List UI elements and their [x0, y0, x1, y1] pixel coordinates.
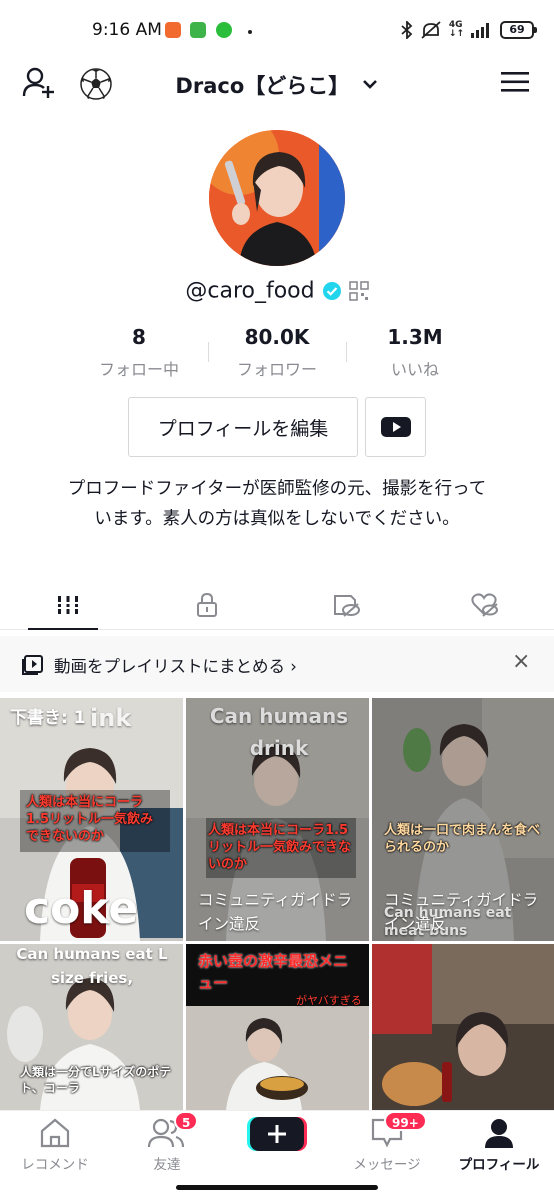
- chevron-down-icon: [362, 80, 377, 89]
- video-overlay-title: 赤い壺の激辛最恐メニュー: [198, 952, 349, 992]
- nav-home-label: レコメンド: [21, 1157, 89, 1173]
- followers-label: フォロワー: [236, 360, 317, 379]
- draft-label: 下書き: 1: [10, 708, 86, 728]
- qr-code-icon[interactable]: [348, 281, 369, 301]
- friends-badge: 5: [174, 1111, 199, 1131]
- avatar[interactable]: [209, 130, 345, 266]
- profile-icon: [485, 1119, 513, 1148]
- likes-label: いいね: [390, 360, 439, 379]
- menu-button[interactable]: [500, 70, 530, 98]
- nav-home[interactable]: レコメンド: [0, 1111, 110, 1191]
- battery-icon: 69: [500, 21, 537, 39]
- signal-icon: [471, 23, 489, 38]
- youtube-icon: [380, 417, 411, 437]
- lock-icon: [197, 592, 217, 617]
- nav-inbox[interactable]: 99+ メッセージ: [332, 1111, 442, 1191]
- home-indicator: [176, 1185, 378, 1190]
- chevron-right-icon: ›: [290, 657, 297, 676]
- content-tabs: [0, 580, 554, 630]
- tab-private[interactable]: [162, 580, 252, 630]
- video-thumbnail: [372, 944, 554, 1110]
- following-label: フォロー中: [98, 360, 179, 379]
- nav-friends-label: 友達: [153, 1157, 181, 1173]
- video-overlay-title: ink: [90, 704, 132, 732]
- video-tile[interactable]: 下書き: 1 ink 人類は本当にコーラ1.5リットル一気飲みできないのか co…: [0, 698, 183, 941]
- likes-stat[interactable]: 1.3M いいね: [346, 322, 484, 380]
- video-overlay-title: Can humans eat L size fries,: [16, 945, 168, 987]
- video-tile[interactable]: Can humans eat L size fries, 人類は一分でLサイズの…: [0, 944, 183, 1110]
- status-right: 4G ↓↑ 69: [401, 20, 537, 40]
- youtube-button[interactable]: [365, 397, 426, 457]
- edit-profile-button[interactable]: プロフィールを編集: [128, 397, 358, 457]
- video-caption: 人類は本当にコーラ1.5リットル一気飲みできないのか: [26, 795, 154, 844]
- following-stat[interactable]: 8 フォロー中: [70, 322, 208, 380]
- network-indicator: 4G ↓↑: [448, 20, 464, 39]
- profile-bio: プロフードファイターが医師監修の元、撮影を行っています。素人の方は真似をしないで…: [67, 479, 487, 529]
- followers-stat[interactable]: 80.0K フォロワー: [208, 322, 346, 380]
- status-bar: 9:16 AM 4G ↓↑ 69: [0, 0, 554, 60]
- tab-hidden[interactable]: [301, 580, 391, 630]
- playlist-text: 動画をプレイリストにまとめる: [54, 657, 285, 676]
- guideline-warning: コミュニティガイドライン違反: [384, 891, 539, 933]
- network-label: 4G: [448, 20, 463, 30]
- page-title: Draco【どらこ】: [175, 74, 350, 98]
- home-icon: [40, 1118, 70, 1148]
- more-notifications-dot: [248, 30, 252, 34]
- video-sub-caption: がヤバすぎる: [296, 994, 362, 1007]
- notification-app-icon: [165, 22, 181, 38]
- hamburger-menu-icon: [501, 72, 529, 92]
- profile-stats: 8 フォロー中 80.0K フォロワー 1.3M いいね: [0, 322, 554, 380]
- line-app-icon: [216, 22, 232, 38]
- following-count: 8: [132, 325, 146, 349]
- playlist-icon: [22, 655, 43, 675]
- video-caption: 人類は一口で肉まんを食べられるのか: [384, 823, 541, 855]
- hidden-heart-icon: [471, 593, 498, 617]
- avatar-photo: [209, 130, 345, 266]
- nav-create[interactable]: [222, 1111, 332, 1191]
- guideline-warning: コミュニティガイドライン違反: [198, 891, 353, 933]
- mute-icon: [421, 21, 441, 39]
- status-time: 9:16 AM: [92, 20, 162, 40]
- video-tile[interactable]: 人類は一口で肉まんを食べられるのか Can humans eat meat bu…: [372, 698, 554, 941]
- username: @caro_food: [185, 278, 315, 304]
- username-row: @caro_food: [0, 278, 554, 304]
- download-icon: [190, 22, 206, 38]
- nav-profile[interactable]: プロフィール: [444, 1111, 554, 1191]
- video-tile[interactable]: [372, 944, 554, 1110]
- nav-inbox-label: メッセージ: [353, 1157, 421, 1173]
- likes-count: 1.3M: [387, 325, 443, 349]
- video-overlay-title: Can humans drink: [209, 704, 349, 760]
- profile-header: Draco【どらこ】: [0, 60, 554, 106]
- playlist-banner-text: 動画をプレイリストにまとめる ›: [54, 653, 297, 677]
- bottom-navigation: レコメンド 5 友達 99+ メッセージ プロフィール: [0, 1110, 554, 1200]
- account-switcher[interactable]: Draco【どらこ】: [0, 70, 554, 100]
- video-big-text: coke: [24, 883, 139, 934]
- bluetooth-icon: [401, 21, 413, 39]
- close-icon[interactable]: ×: [512, 649, 530, 674]
- playlist-banner[interactable]: 動画をプレイリストにまとめる › ×: [0, 636, 554, 692]
- video-tile[interactable]: Can humans drink 人類は本当にコーラ1.5リットル一気飲みできな…: [186, 698, 369, 941]
- tab-videos[interactable]: [23, 580, 113, 630]
- create-plus-icon: [247, 1117, 307, 1151]
- tab-liked[interactable]: [440, 580, 530, 630]
- nav-friends[interactable]: 5 友達: [112, 1111, 222, 1191]
- active-tab-indicator: [28, 628, 98, 630]
- followers-count: 80.0K: [244, 325, 310, 349]
- grid-icon: [56, 596, 80, 614]
- nav-profile-label: プロフィール: [458, 1157, 540, 1173]
- hidden-video-icon: [334, 595, 360, 617]
- video-caption: 人類は本当にコーラ1.5リットル一気飲みできないのか: [208, 823, 352, 872]
- verified-badge-icon: [322, 282, 341, 300]
- inbox-badge: 99+: [384, 1111, 427, 1131]
- video-caption: 人類は一分でLサイズのポテト、コーラ: [20, 1065, 172, 1095]
- video-tile[interactable]: 赤い壺の激辛最恐メニュー がヤバすぎる: [186, 944, 369, 1110]
